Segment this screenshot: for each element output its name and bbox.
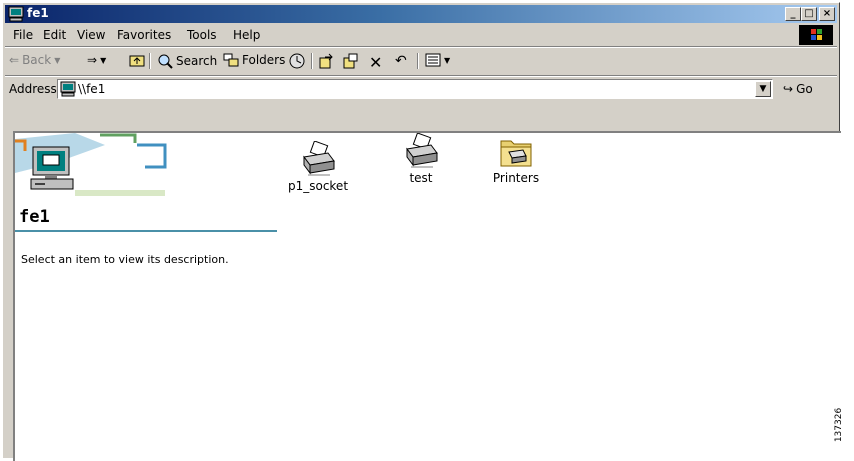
delete-icon: ✕: [369, 53, 383, 72]
move-to-icon: [319, 53, 333, 69]
history-button[interactable]: [289, 53, 305, 69]
chevron-down-icon: ▼: [100, 55, 107, 65]
back-button[interactable]: ⇐ Back ▼: [9, 53, 60, 67]
banner-underline: [15, 230, 277, 232]
menu-file[interactable]: File: [13, 28, 33, 42]
folders-icon: [223, 53, 239, 67]
computer-icon: [60, 81, 76, 97]
list-item-label: Printers: [492, 171, 540, 185]
address-bar: Address \\fe1 ▼ ↪ Go: [5, 77, 837, 101]
title-bar[interactable]: fe1 _ □ ×: [5, 5, 837, 23]
explorer-window: fe1 _ □ × File Edit View Favorites Tools…: [2, 2, 841, 461]
menu-bar: File Edit View Favorites Tools Help: [5, 25, 837, 45]
menu-help[interactable]: Help: [233, 28, 260, 42]
forward-button[interactable]: ⇒ ▼: [87, 53, 106, 67]
back-arrow-icon: ⇐: [9, 53, 20, 67]
printers-folder-icon: [500, 140, 532, 167]
item-description: Select an item to view its description.: [21, 253, 229, 266]
up-folder-icon: [129, 55, 145, 67]
menu-favorites[interactable]: Favorites: [117, 28, 171, 42]
delete-button[interactable]: ✕: [369, 53, 382, 72]
go-button[interactable]: ↪ Go: [783, 82, 813, 96]
move-to-button[interactable]: [319, 53, 335, 69]
list-item-test[interactable]: test: [381, 133, 461, 185]
views-icon: [425, 53, 441, 67]
computer-name: fe1: [19, 207, 50, 227]
maximize-button[interactable]: □: [801, 7, 817, 21]
chevron-down-icon: ▼: [54, 55, 61, 65]
folders-label: Folders: [242, 53, 286, 67]
computer-icon: [30, 146, 74, 190]
menu-edit[interactable]: Edit: [43, 28, 66, 42]
folder-view: fe1 Select an item to view its descripti…: [13, 131, 841, 461]
window-title: fe1: [27, 6, 49, 20]
minimize-button[interactable]: _: [785, 7, 801, 21]
windows-logo-icon: [799, 25, 833, 45]
undo-button[interactable]: ↶: [395, 53, 407, 69]
search-button[interactable]: Search: [157, 53, 217, 69]
go-label: Go: [796, 82, 813, 96]
folders-button[interactable]: Folders: [223, 53, 285, 67]
forward-arrow-icon: ⇒: [87, 53, 98, 67]
address-input[interactable]: \\fe1 ▼: [57, 79, 773, 99]
go-arrow-icon: ↪: [783, 82, 794, 96]
list-item-p1-socket[interactable]: p1_socket: [278, 141, 358, 193]
printer-icon: [303, 141, 335, 176]
back-label: Back: [22, 53, 52, 67]
menu-view[interactable]: View: [77, 28, 105, 42]
history-icon: [289, 53, 305, 69]
figure-id: 137326: [834, 400, 854, 458]
close-button[interactable]: ×: [819, 7, 835, 21]
address-dropdown-button[interactable]: ▼: [755, 81, 771, 97]
copy-to-button[interactable]: [343, 53, 359, 69]
address-label: Address: [9, 82, 57, 96]
list-item-printers[interactable]: Printers: [476, 133, 556, 185]
list-item-label: p1_socket: [287, 179, 349, 193]
menu-tools[interactable]: Tools: [187, 28, 217, 42]
toolbar-separator: [417, 53, 419, 69]
search-label: Search: [176, 54, 218, 68]
copy-to-icon: [343, 53, 358, 69]
printer-icon: [406, 133, 438, 168]
info-panel-banner: fe1: [15, 133, 277, 233]
undo-icon: ↶: [395, 53, 407, 69]
search-icon: [158, 54, 173, 69]
toolbar-separator: [149, 53, 151, 69]
toolbar-separator: [311, 53, 313, 69]
up-folder-button[interactable]: [129, 53, 145, 67]
chevron-down-icon: ▼: [444, 55, 451, 65]
views-button[interactable]: ▼: [425, 53, 450, 67]
figure-id-text: 137326: [834, 407, 845, 443]
address-value: \\fe1: [78, 82, 106, 96]
computer-icon: [8, 6, 24, 22]
list-item-label: test: [409, 171, 433, 185]
toolbar: ⇐ Back ▼ ⇒ ▼ Search Folders ✕ ↶ ▼: [5, 48, 837, 74]
